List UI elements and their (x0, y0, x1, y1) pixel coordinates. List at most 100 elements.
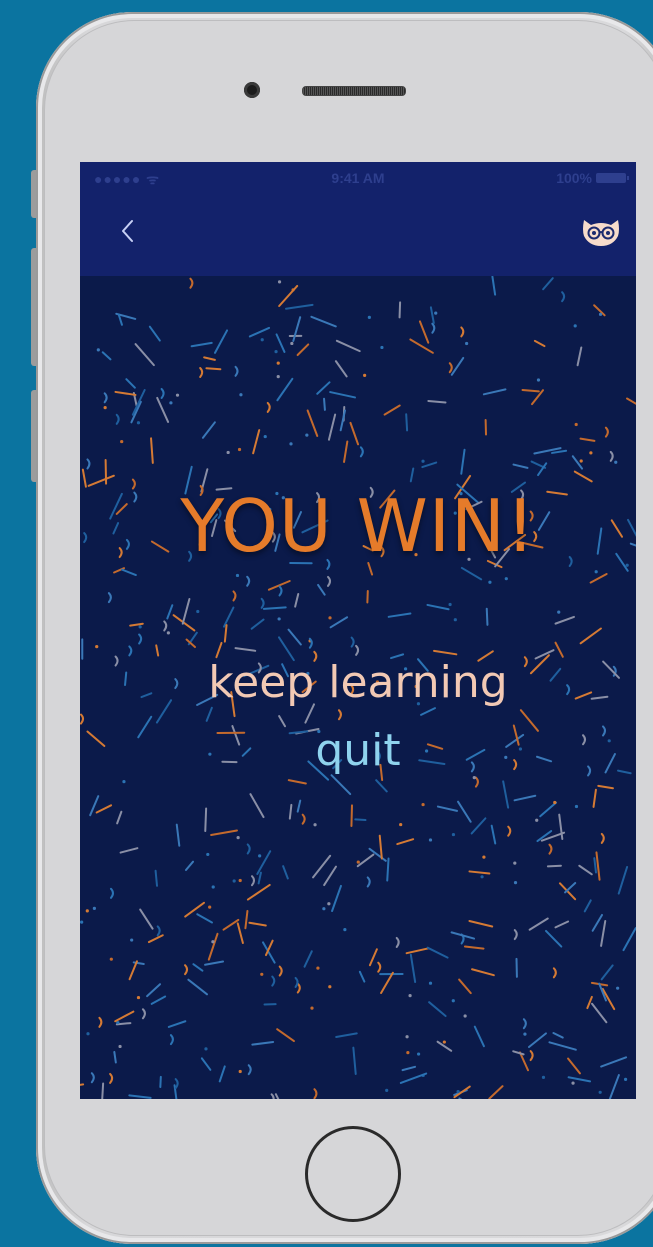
owl-profile-button[interactable] (580, 216, 622, 248)
confetti-piece (116, 810, 123, 825)
confetti-piece (554, 615, 575, 625)
confetti-piece (453, 618, 457, 622)
confetti-piece (109, 1072, 114, 1084)
confetti-piece (122, 780, 126, 784)
confetti-piece (405, 1035, 409, 1039)
confetti-piece (583, 899, 592, 913)
confetti-piece (358, 970, 366, 983)
confetti-piece (368, 948, 378, 967)
confetti-piece (554, 641, 564, 658)
confetti-piece (541, 1075, 546, 1079)
confetti-piece (267, 579, 291, 591)
confetti-piece (148, 325, 161, 342)
confetti-piece (460, 326, 465, 338)
confetti-piece (513, 794, 537, 802)
confetti-piece (377, 961, 382, 973)
confetti-piece (421, 461, 438, 469)
confetti-piece (211, 940, 215, 944)
confetti-piece (460, 566, 483, 581)
confetti-piece (150, 995, 167, 1005)
confetti-piece (119, 847, 139, 854)
confetti-piece (85, 909, 89, 913)
confetti-piece (189, 277, 194, 289)
confetti-piece (329, 616, 349, 629)
back-button[interactable] (116, 216, 140, 246)
confetti-piece (586, 995, 593, 1010)
confetti-piece (210, 829, 238, 836)
confetti-piece (456, 1090, 460, 1094)
confetti-piece (426, 946, 449, 959)
confetti-piece (421, 459, 425, 463)
confetti-piece (552, 967, 557, 979)
confetti-piece (387, 612, 412, 618)
confetti-piece (323, 865, 337, 887)
confetti-piece (490, 824, 497, 845)
confetti-piece (561, 291, 566, 303)
confetti-piece (328, 985, 332, 989)
confetti-piece (310, 1006, 314, 1010)
confetti-piece (130, 938, 134, 942)
confetti-piece (95, 645, 99, 649)
confetti-piece (512, 463, 529, 469)
confetti-piece (287, 628, 302, 646)
confetti-piece (296, 799, 302, 813)
confetti-piece (205, 706, 213, 722)
confetti-piece (573, 470, 593, 483)
confetti-piece (312, 854, 332, 879)
confetti-piece (542, 277, 554, 291)
quit-button[interactable]: quit (80, 725, 636, 776)
confetti-piece (80, 920, 84, 924)
home-button[interactable] (305, 1126, 401, 1222)
confetti-piece (616, 986, 620, 990)
confetti-piece (277, 617, 281, 621)
confetti-piece (334, 360, 348, 378)
confetti-piece (405, 947, 430, 955)
confetti-piece (154, 869, 159, 887)
confetti-piece (128, 960, 138, 981)
confetti-piece (398, 301, 402, 319)
confetti-piece (465, 341, 469, 346)
front-camera (244, 82, 260, 98)
confetti-piece (248, 921, 267, 927)
confetti-piece (147, 934, 164, 944)
confetti-piece (301, 813, 306, 825)
confetti-piece (482, 388, 507, 396)
confetti-piece (450, 356, 465, 376)
confetti-piece (598, 312, 603, 316)
confetti-piece (109, 957, 113, 961)
confetti-piece (136, 421, 141, 425)
confetti-piece (251, 1040, 275, 1046)
confetti-piece (296, 982, 301, 994)
confetti-piece (120, 568, 137, 577)
confetti-piece (150, 437, 154, 464)
confetti-piece (174, 1078, 179, 1090)
confetti-piece (184, 860, 195, 872)
confetti-piece (238, 1069, 242, 1074)
confetti-piece (491, 276, 497, 296)
confetti-piece (385, 1088, 389, 1092)
confetti-piece (427, 399, 447, 404)
confetti-piece (271, 975, 276, 987)
confetti-piece (107, 592, 112, 604)
confetti-piece (274, 1093, 280, 1099)
keep-learning-button[interactable]: keep learning (80, 657, 636, 708)
confetti-piece (134, 343, 155, 367)
confetti-piece (211, 885, 215, 889)
confetti-piece (294, 592, 300, 608)
confetti-piece (270, 1093, 275, 1099)
confetti-piece (436, 805, 458, 812)
confetti-piece (472, 776, 476, 780)
confetti-piece (331, 884, 342, 913)
confetti-piece (399, 1072, 428, 1084)
confetti-piece (554, 920, 570, 929)
confetti-piece (316, 966, 320, 970)
confetti-piece (416, 1052, 421, 1056)
confetti-piece (409, 953, 417, 984)
confetti-piece (536, 378, 541, 382)
confetti-piece (609, 450, 614, 462)
confetti-piece (262, 941, 276, 964)
confetti-piece (589, 451, 593, 455)
confetti-piece (277, 280, 282, 284)
confetti-piece (548, 843, 553, 855)
chevron-left-icon (122, 220, 133, 242)
